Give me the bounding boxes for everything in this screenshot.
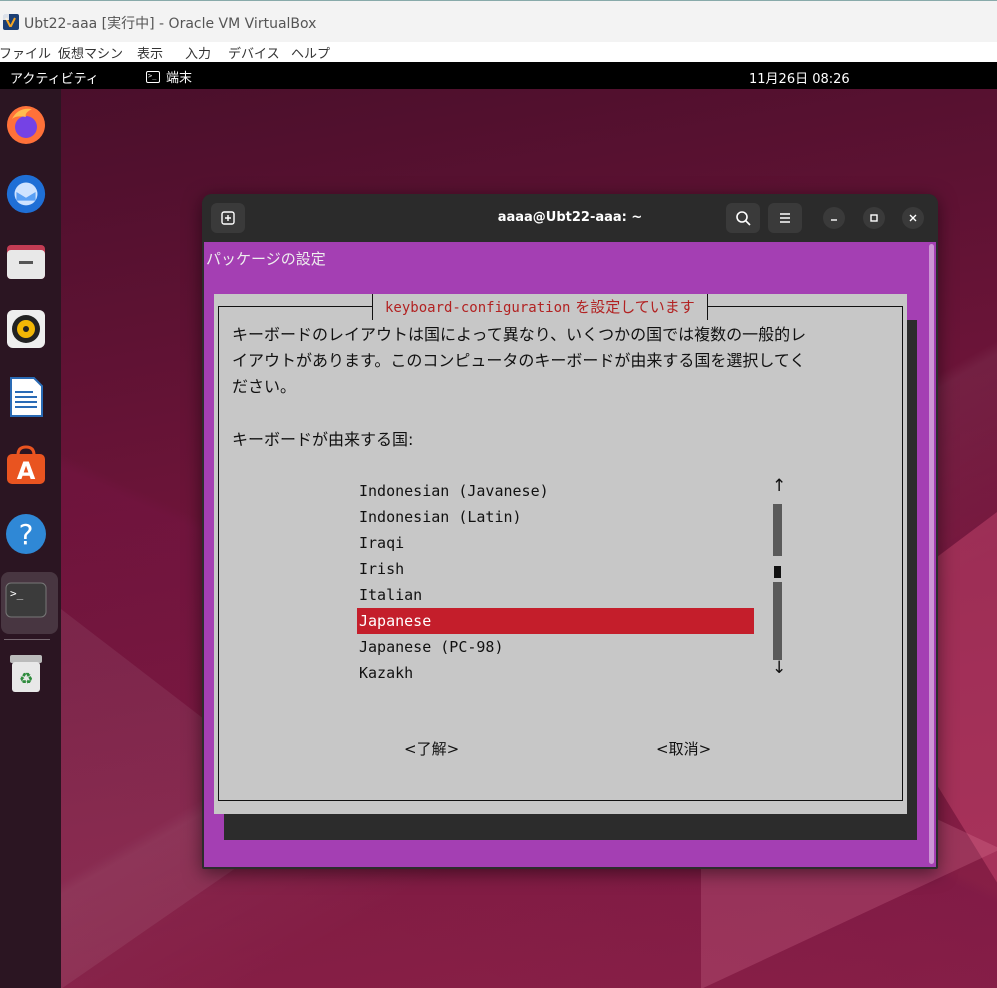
ok-button[interactable]: <了解> xyxy=(404,738,459,759)
list-item-selected[interactable]: Japanese xyxy=(357,608,754,634)
rhythmbox-icon[interactable] xyxy=(4,307,48,351)
hamburger-icon xyxy=(780,213,790,223)
maximize-button[interactable] xyxy=(863,207,885,229)
list-item[interactable]: Italian xyxy=(357,582,754,608)
country-prompt: キーボードが由来する国: xyxy=(232,430,414,449)
list-scrollbar[interactable]: ↑ ↓ xyxy=(772,476,786,686)
thunderbird-icon[interactable] xyxy=(4,171,48,215)
menu-machine[interactable]: 仮想マシン xyxy=(58,43,123,62)
scroll-down-arrow-icon[interactable]: ↓ xyxy=(772,658,786,678)
app-center-icon[interactable]: A xyxy=(4,443,48,487)
search-button[interactable] xyxy=(726,203,760,233)
search-icon xyxy=(736,211,751,226)
cancel-button[interactable]: <取消> xyxy=(656,738,711,759)
virtualbox-menubar: ファイル 仮想マシン 表示 入力 デバイス ヘルプ xyxy=(0,42,997,62)
app-menu-label: 端末 xyxy=(166,71,193,86)
terminal-headerbar: aaaa@Ubt22-aaa: ~ xyxy=(202,194,938,242)
menu-devices[interactable]: デバイス xyxy=(228,43,280,62)
maximize-icon xyxy=(870,214,878,222)
description-line: ださい。 xyxy=(232,377,297,396)
description-line: キーボードのレイアウトは国によって異なり、いくつかの国では複数の一般的レ xyxy=(232,325,807,344)
menu-file[interactable]: ファイル xyxy=(0,43,51,62)
close-icon xyxy=(909,214,917,222)
terminal-icon[interactable]: >_ xyxy=(4,579,48,623)
list-item[interactable]: Indonesian (Javanese) xyxy=(357,478,754,504)
dialog-title-suffix: を設定しています xyxy=(570,298,695,316)
minimize-button[interactable] xyxy=(823,207,845,229)
menu-view[interactable]: 表示 xyxy=(137,43,163,62)
dialog-description: キーボードのレイアウトは国によって異なり、いくつかの国では複数の一般的レ イアウ… xyxy=(232,322,892,400)
country-list[interactable]: Indonesian (Javanese) Indonesian (Latin)… xyxy=(357,478,754,686)
dialog-title: keyboard-configuration を設定しています xyxy=(372,294,708,320)
svg-text:A: A xyxy=(17,457,36,485)
dialog-title-package: keyboard-configuration xyxy=(385,300,571,316)
scrollbar-track xyxy=(773,504,782,556)
terminal-window: aaaa@Ubt22-aaa: ~ パッケージの設定 keyboard-conf… xyxy=(202,194,938,869)
close-button[interactable] xyxy=(902,207,924,229)
scrollbar-thumb[interactable] xyxy=(774,566,781,578)
virtualbox-logo-icon xyxy=(3,14,19,30)
virtualbox-titlebar: Ubt22-aaa [実行中] - Oracle VM VirtualBox xyxy=(0,0,997,42)
activities-button[interactable]: アクティビティ xyxy=(10,68,99,87)
app-menu[interactable]: >_ 端末 xyxy=(146,67,192,86)
help-icon[interactable]: ? xyxy=(4,512,48,556)
terminal-app-icon: >_ xyxy=(146,70,160,83)
window-title: Ubt22-aaa [実行中] - Oracle VM VirtualBox xyxy=(24,16,317,32)
package-config-title: パッケージの設定 xyxy=(206,250,326,268)
list-item[interactable]: Kazakh xyxy=(357,660,754,686)
list-item[interactable]: Iraqi xyxy=(357,530,754,556)
clock[interactable]: 11月26日 08:26 xyxy=(749,68,850,87)
list-item[interactable]: Indonesian (Latin) xyxy=(357,504,754,530)
dock-separator xyxy=(4,639,50,640)
keyboard-config-dialog: keyboard-configuration を設定しています キーボードのレイ… xyxy=(214,294,907,814)
menu-help[interactable]: ヘルプ xyxy=(291,43,330,62)
description-line: イアウトがあります。このコンピュータのキーボードが由来する国を選択してく xyxy=(232,351,806,370)
list-item[interactable]: Japanese (PC-98) xyxy=(357,634,754,660)
scroll-up-arrow-icon[interactable]: ↑ xyxy=(772,476,786,496)
ubuntu-top-bar: アクティビティ >_ 端末 11月26日 08:26 xyxy=(0,62,997,89)
scrollbar-track xyxy=(773,582,782,660)
terminal-content[interactable]: パッケージの設定 keyboard-configuration を設定しています… xyxy=(204,242,936,867)
libreoffice-writer-icon[interactable] xyxy=(4,375,48,419)
menu-input[interactable]: 入力 xyxy=(185,43,211,62)
terminal-scrollbar[interactable] xyxy=(929,244,934,864)
files-icon[interactable] xyxy=(4,239,48,283)
minimize-icon xyxy=(831,219,837,221)
dock: A ? >_ ♻ xyxy=(0,89,61,988)
svg-text:>_: >_ xyxy=(10,587,24,600)
svg-text:?: ? xyxy=(19,518,34,551)
menu-button[interactable] xyxy=(768,203,802,233)
trash-icon[interactable]: ♻ xyxy=(4,651,48,695)
firefox-icon[interactable] xyxy=(4,103,48,147)
list-item[interactable]: Irish xyxy=(357,556,754,582)
svg-text:♻: ♻ xyxy=(19,669,33,688)
